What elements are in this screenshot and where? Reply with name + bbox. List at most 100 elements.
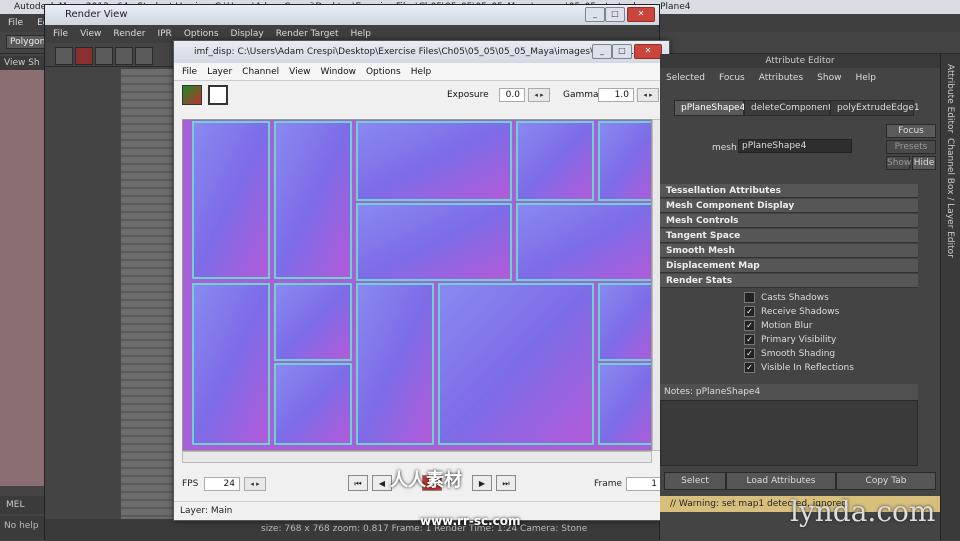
focus-button[interactable]: Focus (886, 124, 936, 138)
rv-menu-render[interactable]: Render (113, 29, 145, 39)
checkbox-icon (744, 292, 755, 303)
presets-button[interactable]: Presets (886, 140, 936, 154)
imf-menu-options[interactable]: Options (366, 67, 401, 77)
next-frame-button[interactable]: ▶ (472, 475, 492, 491)
rv-menu-options[interactable]: Options (184, 29, 219, 39)
section-smooth-mesh[interactable]: Smooth Mesh (660, 244, 918, 258)
ae-title: Attribute Editor (660, 54, 940, 68)
rv-menu-file[interactable]: File (53, 29, 68, 39)
imf-menu-window[interactable]: Window (320, 67, 356, 77)
first-frame-button[interactable]: ⏮ (348, 475, 368, 491)
rv-menu-display[interactable]: Display (231, 29, 264, 39)
fps-field[interactable]: 24 (204, 477, 240, 491)
frame-label: Frame (594, 479, 623, 489)
rgb-channel-icon[interactable] (182, 85, 202, 105)
image-canvas[interactable] (182, 119, 652, 451)
tab-pplaneshape4[interactable]: pPlaneShape4 (674, 100, 745, 116)
imf-minimize-button[interactable]: _ (592, 44, 612, 59)
receive-shadows-checkbox[interactable]: ✓ Receive Shadows (744, 306, 839, 318)
mel-command-line[interactable]: MEL (0, 496, 46, 514)
imf-maximize-button[interactable]: □ (612, 44, 632, 59)
visible-in-reflections-checkbox[interactable]: ✓ Visible In Reflections (744, 362, 854, 374)
viewport-panel[interactable] (0, 56, 46, 486)
horizontal-scrollbar[interactable] (182, 451, 652, 463)
render-region-icon[interactable] (75, 47, 93, 65)
prev-frame-button[interactable]: ◀ (372, 475, 392, 491)
tab-channel-box[interactable]: Channel Box / Layer Editor (945, 138, 955, 258)
menu-file[interactable]: File (8, 18, 23, 28)
ipr-icon[interactable] (115, 47, 133, 65)
rv-menu-ipr[interactable]: IPR (157, 29, 171, 39)
exposure-field[interactable]: 0.0 (499, 88, 525, 102)
section-tangent-space[interactable]: Tangent Space (660, 229, 918, 243)
watermark-url: www.rr-sc.com (420, 514, 521, 528)
rv-menu-render-target[interactable]: Render Target (276, 29, 339, 39)
section-mesh-controls[interactable]: Mesh Controls (660, 214, 918, 228)
notes-textarea[interactable] (660, 400, 918, 466)
show-button[interactable]: Show (886, 156, 911, 170)
checkmark-icon: ✓ (744, 362, 755, 373)
gamma-spinner[interactable]: ◂ ▸ (637, 88, 659, 102)
last-frame-button[interactable]: ⏭ (496, 475, 516, 491)
checkmark-icon: ✓ (744, 320, 755, 331)
tab-deletecomponent1[interactable]: deleteComponent1 (744, 100, 837, 116)
gamma-field[interactable]: 1.0 (598, 88, 634, 102)
imf-menubar: File Layer Channel View Window Options Help (174, 63, 669, 81)
ae-menubar: Selected Focus Attributes Show Help (660, 70, 940, 86)
smooth-shading-checkbox[interactable]: ✓ Smooth Shading (744, 348, 835, 360)
watermark-text: 人人素材 (390, 470, 462, 491)
fps-label: FPS (182, 479, 199, 489)
imf-menu-help[interactable]: Help (411, 67, 432, 77)
lynda-logo: lynda.com (790, 495, 936, 528)
fps-spinner[interactable]: ◂ ▸ (244, 477, 266, 491)
tab-attribute-editor[interactable]: Attribute Editor (945, 64, 955, 133)
imf-disp-window: imf_disp: C:\Users\Adam Crespi\Desktop\E… (173, 40, 670, 521)
normal-map-image (183, 120, 651, 450)
section-tessellation[interactable]: Tessellation Attributes (660, 184, 918, 198)
imf-toolbar: Exposure 0.0 ◂ ▸ Gamma 1.0 ◂ ▸ (174, 81, 669, 113)
exposure-spinner[interactable]: ◂ ▸ (528, 88, 550, 102)
casts-shadows-checkbox[interactable]: Casts Shadows (744, 292, 829, 304)
ae-tab-strip: pPlaneShape4 deleteComponent1 polyExtrud… (660, 100, 940, 116)
imf-menu-channel[interactable]: Channel (242, 67, 279, 77)
maximize-button[interactable]: □ (605, 7, 625, 22)
alpha-channel-icon[interactable] (208, 85, 228, 105)
rv-menu-view[interactable]: View (80, 29, 101, 39)
load-attributes-button[interactable]: Load Attributes (726, 472, 836, 490)
checkmark-icon: ✓ (744, 306, 755, 317)
ae-menu-show[interactable]: Show (817, 73, 841, 83)
close-button[interactable]: ✕ (627, 7, 655, 22)
hide-button[interactable]: Hide (912, 156, 936, 170)
ae-menu-selected[interactable]: Selected (666, 73, 705, 83)
rv-menu-help[interactable]: Help (350, 29, 371, 39)
motion-blur-checkbox[interactable]: ✓ Motion Blur (744, 320, 812, 332)
imf-menu-layer[interactable]: Layer (207, 67, 232, 77)
imf-close-button[interactable]: ✕ (634, 44, 662, 59)
checkmark-icon: ✓ (744, 348, 755, 359)
render-view-title: Render View (45, 5, 659, 25)
ae-menu-focus[interactable]: Focus (719, 73, 745, 83)
imf-menu-file[interactable]: File (182, 67, 197, 77)
copy-tab-button[interactable]: Copy Tab (836, 472, 936, 490)
mesh-name-field[interactable]: pPlaneShape4 (738, 139, 852, 153)
attribute-editor: Attribute Editor Selected Focus Attributes… (660, 54, 940, 540)
help-line: No help (0, 516, 46, 540)
snapshot-icon[interactable] (95, 47, 113, 65)
exposure-label: Exposure (447, 90, 489, 100)
refresh-icon[interactable] (135, 47, 153, 65)
ae-menu-attributes[interactable]: Attributes (759, 73, 803, 83)
render-view-status: size: 768 x 768 zoom: 0.817 Frame: 1 Ren… (45, 519, 659, 541)
section-render-stats[interactable]: Render Stats (660, 274, 918, 288)
minimize-button[interactable]: _ (585, 7, 605, 22)
section-displacement-map[interactable]: Displacement Map (660, 259, 918, 273)
ae-menu-help[interactable]: Help (855, 73, 876, 83)
checkmark-icon: ✓ (744, 334, 755, 345)
tab-polyextrudeedge1[interactable]: polyExtrudeEdge1 (830, 100, 920, 116)
frame-field[interactable]: 1 (626, 477, 662, 491)
primary-visibility-checkbox[interactable]: ✓ Primary Visibility (744, 334, 836, 346)
redo-render-icon[interactable] (55, 47, 73, 65)
viewport-menu[interactable]: View Sh (0, 56, 46, 70)
imf-menu-view[interactable]: View (289, 67, 310, 77)
select-button[interactable]: Select (664, 472, 726, 490)
section-mesh-component-display[interactable]: Mesh Component Display (660, 199, 918, 213)
